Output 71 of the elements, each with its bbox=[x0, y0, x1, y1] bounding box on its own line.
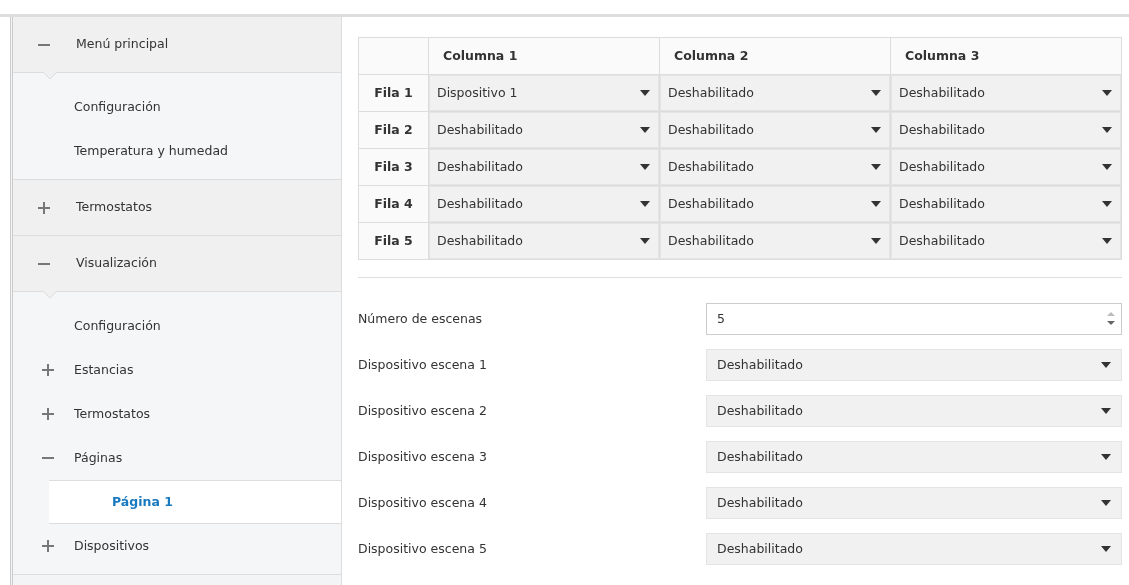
expand-icon[interactable] bbox=[42, 408, 54, 420]
dropdown-caret-icon bbox=[1101, 454, 1111, 460]
row-header: Fila 2 bbox=[358, 111, 429, 149]
field-label: Número de escenas bbox=[358, 309, 484, 328]
dropdown[interactable]: Deshabilitado bbox=[706, 533, 1122, 565]
group-header[interactable]: Termostatos bbox=[76, 198, 153, 217]
tree-item[interactable]: Temperatura y humedad bbox=[13, 129, 341, 173]
dropdown-caret-icon bbox=[1102, 127, 1112, 133]
dropdown-caret-icon bbox=[871, 201, 881, 207]
spinner-icon[interactable] bbox=[1107, 311, 1115, 327]
row-header: Fila 3 bbox=[358, 148, 429, 186]
dropdown[interactable]: Deshabilitado bbox=[660, 75, 890, 111]
dropdown-caret-icon bbox=[871, 238, 881, 244]
dropdown-caret-icon bbox=[871, 164, 881, 170]
column-header: Columna 2 bbox=[659, 37, 891, 75]
number-field[interactable]: 5 bbox=[706, 303, 1122, 335]
dropdown[interactable]: Deshabilitado bbox=[706, 441, 1122, 473]
dropdown-caret-icon bbox=[1102, 164, 1112, 170]
dropdown[interactable]: Deshabilitado bbox=[660, 149, 890, 185]
dropdown[interactable]: Deshabilitado bbox=[660, 223, 890, 259]
dropdown[interactable]: Dispositivo 1 bbox=[429, 75, 659, 111]
dropdown-caret-icon bbox=[1101, 362, 1111, 368]
dropdown[interactable]: Deshabilitado bbox=[706, 487, 1122, 519]
field-label: Dispositivo escena 1 bbox=[358, 355, 488, 374]
row-header: Fila 1 bbox=[358, 74, 429, 112]
dropdown-caret-icon bbox=[1102, 201, 1112, 207]
field-label: Dispositivo escena 4 bbox=[358, 493, 488, 512]
dropdown-caret-icon bbox=[1102, 90, 1112, 96]
dropdown[interactable]: Deshabilitado bbox=[660, 112, 890, 148]
dropdown[interactable]: Deshabilitado bbox=[429, 223, 659, 259]
dropdown[interactable]: Deshabilitado bbox=[429, 112, 659, 148]
dropdown-caret-icon bbox=[871, 90, 881, 96]
dropdown[interactable]: Deshabilitado bbox=[891, 186, 1121, 222]
dropdown[interactable]: Deshabilitado bbox=[429, 186, 659, 222]
field-label: Dispositivo escena 2 bbox=[358, 401, 488, 420]
column-header: Columna 1 bbox=[428, 37, 660, 75]
dropdown[interactable]: Deshabilitado bbox=[706, 349, 1122, 381]
dropdown-caret-icon bbox=[640, 127, 650, 133]
field-label: Dispositivo escena 3 bbox=[358, 447, 488, 466]
dropdown[interactable]: Deshabilitado bbox=[429, 149, 659, 185]
dropdown-caret-icon bbox=[640, 201, 650, 207]
dropdown-caret-icon bbox=[1101, 546, 1111, 552]
dropdown-caret-icon bbox=[640, 238, 650, 244]
tree-item[interactable]: Configuración bbox=[13, 304, 341, 348]
tree-item[interactable]: Dispositivos bbox=[74, 536, 150, 556]
tree-item[interactable]: Estancias bbox=[74, 360, 134, 380]
dropdown-caret-icon bbox=[640, 90, 650, 96]
tree-item[interactable]: Termostatos bbox=[74, 404, 151, 424]
expand-icon[interactable] bbox=[42, 364, 54, 376]
dropdown[interactable]: Deshabilitado bbox=[706, 395, 1122, 427]
group-header[interactable]: Menú principal bbox=[76, 35, 169, 54]
dropdown[interactable]: Deshabilitado bbox=[891, 112, 1121, 148]
dropdown[interactable]: Deshabilitado bbox=[891, 223, 1121, 259]
dropdown-caret-icon bbox=[640, 164, 650, 170]
dropdown[interactable]: Deshabilitado bbox=[891, 149, 1121, 185]
dropdown-caret-icon bbox=[1102, 238, 1112, 244]
expand-icon[interactable] bbox=[42, 540, 54, 552]
row-header: Fila 5 bbox=[358, 222, 429, 260]
column-header: Columna 3 bbox=[890, 37, 1122, 75]
field-label: Dispositivo escena 5 bbox=[358, 539, 488, 558]
tree-item[interactable]: Páginas bbox=[74, 448, 123, 468]
dropdown[interactable]: Deshabilitado bbox=[660, 186, 890, 222]
dropdown-caret-icon bbox=[1101, 408, 1111, 414]
dropdown-caret-icon bbox=[1101, 500, 1111, 506]
group-header[interactable]: Visualización bbox=[76, 254, 157, 273]
dropdown-caret-icon bbox=[871, 127, 881, 133]
expand-icon[interactable] bbox=[38, 201, 50, 214]
tree-item[interactable]: Página 1 bbox=[49, 480, 341, 524]
row-header: Fila 4 bbox=[358, 185, 429, 223]
dropdown[interactable]: Deshabilitado bbox=[891, 75, 1121, 111]
tree-item[interactable]: Configuración bbox=[13, 85, 341, 129]
